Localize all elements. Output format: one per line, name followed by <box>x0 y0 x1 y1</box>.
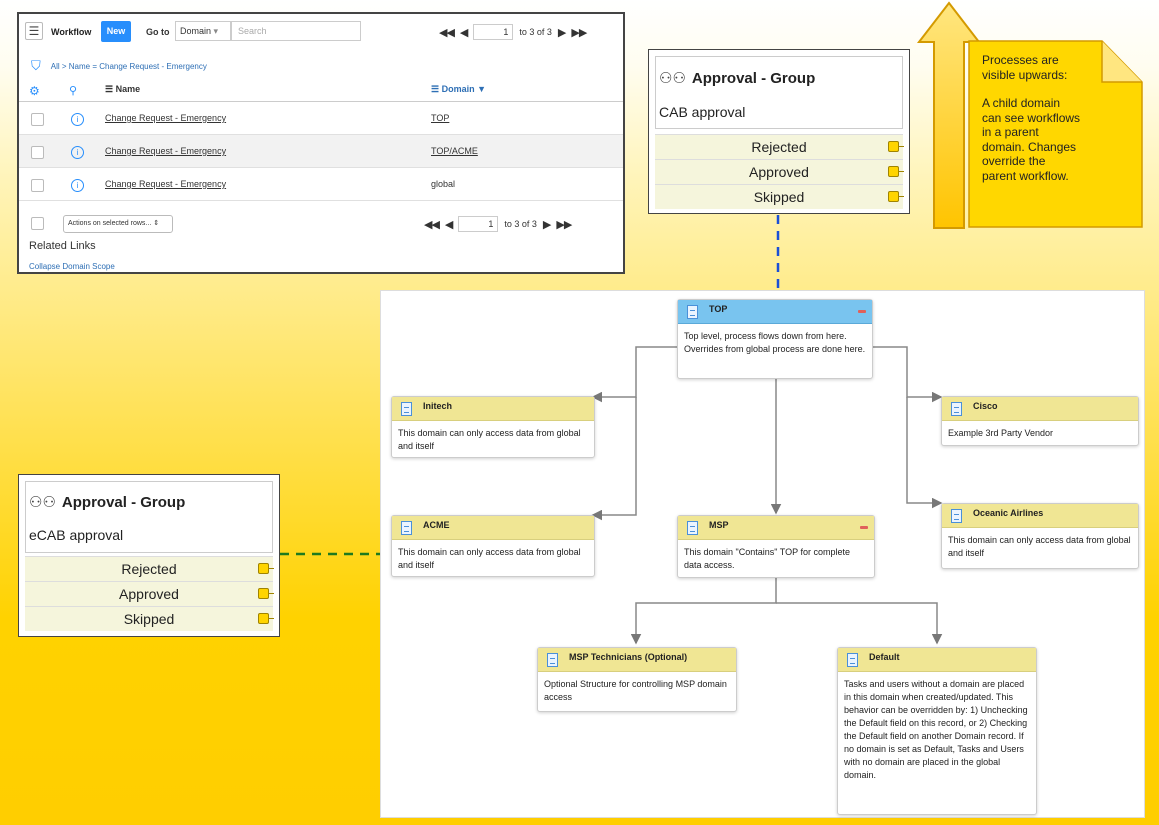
document-icon <box>401 402 412 416</box>
connector-top-initech <box>591 346 681 403</box>
node-description: Example 3rd Party Vendor <box>948 428 1054 438</box>
domain-hierarchy-diagram: TOP Top level, process flows down from h… <box>380 290 1145 818</box>
node-header: Oceanic Airlines <box>942 504 1138 528</box>
domain-node-top[interactable]: TOP Top level, process flows down from h… <box>677 299 873 379</box>
document-icon <box>401 521 412 535</box>
connector-top-cisco <box>871 346 943 403</box>
domain-node-oceanic-airlines[interactable]: Oceanic Airlines This domain can only ac… <box>941 503 1139 569</box>
document-icon <box>687 305 698 319</box>
node-header: TOP <box>678 300 872 324</box>
domain-node-msp[interactable]: MSP This domain "Contains" TOP for compl… <box>677 515 875 578</box>
document-icon <box>951 402 962 416</box>
node-description: This domain can only access data from gl… <box>948 535 1131 558</box>
document-icon <box>687 521 698 535</box>
node-title: Cisco <box>973 401 998 411</box>
domain-node-acme[interactable]: ACME This domain can only access data fr… <box>391 515 595 577</box>
collapse-icon[interactable] <box>860 526 868 529</box>
node-description: Tasks and users without a domain are pla… <box>844 679 1028 780</box>
node-description: This domain can only access data from gl… <box>398 428 581 451</box>
document-icon <box>847 653 858 667</box>
connector-top-oceanic <box>906 397 943 509</box>
node-description: Top level, process flows down from here.… <box>684 331 866 354</box>
domain-node-default[interactable]: Default Tasks and users without a domain… <box>837 647 1037 815</box>
node-header: MSP <box>678 516 874 540</box>
node-title: Initech <box>423 401 453 411</box>
node-header: Initech <box>392 397 594 421</box>
node-header: Cisco <box>942 397 1138 421</box>
connector-msp-technicians <box>630 576 777 645</box>
node-title: Oceanic Airlines <box>973 508 1044 518</box>
node-header: MSP Technicians (Optional) <box>538 648 736 672</box>
domain-node-cisco[interactable]: Cisco Example 3rd Party Vendor <box>941 396 1139 446</box>
node-title: ACME <box>423 520 450 530</box>
collapse-icon[interactable] <box>858 310 866 313</box>
document-icon <box>951 509 962 523</box>
node-header: Default <box>838 648 1036 672</box>
node-title: Default <box>869 652 900 662</box>
node-description: This domain can only access data from gl… <box>398 547 581 570</box>
domain-node-msp-technicians[interactable]: MSP Technicians (Optional) Optional Stru… <box>537 647 737 712</box>
node-title: TOP <box>709 304 728 314</box>
connector-top-acme <box>591 397 637 521</box>
node-header: ACME <box>392 516 594 540</box>
document-icon <box>547 653 558 667</box>
node-description: This domain "Contains" TOP for complete … <box>684 547 850 570</box>
domain-node-initech[interactable]: Initech This domain can only access data… <box>391 396 595 458</box>
node-description: Optional Structure for controlling MSP d… <box>544 679 727 702</box>
connector-msp-default <box>776 602 943 645</box>
node-title: MSP <box>709 520 729 530</box>
node-title: MSP Technicians (Optional) <box>569 652 688 662</box>
